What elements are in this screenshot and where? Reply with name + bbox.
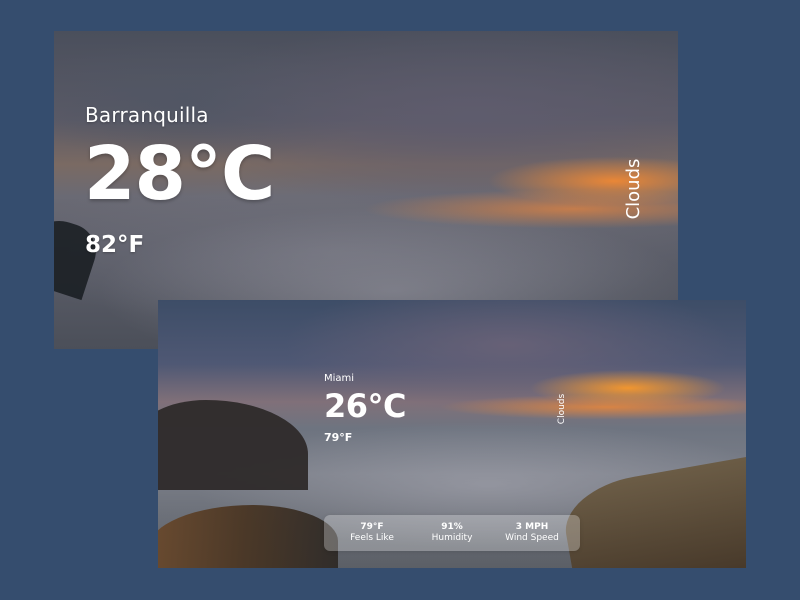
stat-value: 79°F [360, 522, 384, 533]
weather-condition: Clouds [623, 158, 644, 220]
background-forest [158, 400, 308, 490]
humidity-stat: 91% Humidity [424, 522, 480, 544]
city-name: Barranquilla [85, 103, 209, 127]
feels-like-stat: 79°F Feels Like [344, 522, 400, 544]
temperature-celsius: 26°C [324, 387, 407, 425]
stat-label: Wind Speed [505, 533, 559, 543]
page-background: Barranquilla 28°C 82°F Clouds Miami 26°C… [0, 0, 800, 600]
weather-card-miami: Miami 26°C 79°F Clouds 79°F Feels Like 9… [158, 300, 746, 568]
wind-speed-stat: 3 MPH Wind Speed [504, 522, 560, 544]
city-name: Miami [324, 373, 355, 384]
stat-label: Humidity [431, 533, 473, 543]
stat-value: 91% [441, 522, 463, 533]
weather-stats-panel: 79°F Feels Like 91% Humidity 3 MPH Wind … [324, 515, 580, 551]
background-trees [158, 505, 338, 568]
temperature-fahrenheit: 82°F [85, 232, 145, 258]
temperature-fahrenheit: 79°F [324, 431, 353, 444]
temperature-celsius: 28°C [84, 131, 275, 217]
stat-value: 3 MPH [515, 522, 549, 533]
weather-condition: Clouds [557, 393, 567, 425]
stat-label: Feels Like [350, 533, 394, 543]
background-hill [558, 451, 746, 568]
